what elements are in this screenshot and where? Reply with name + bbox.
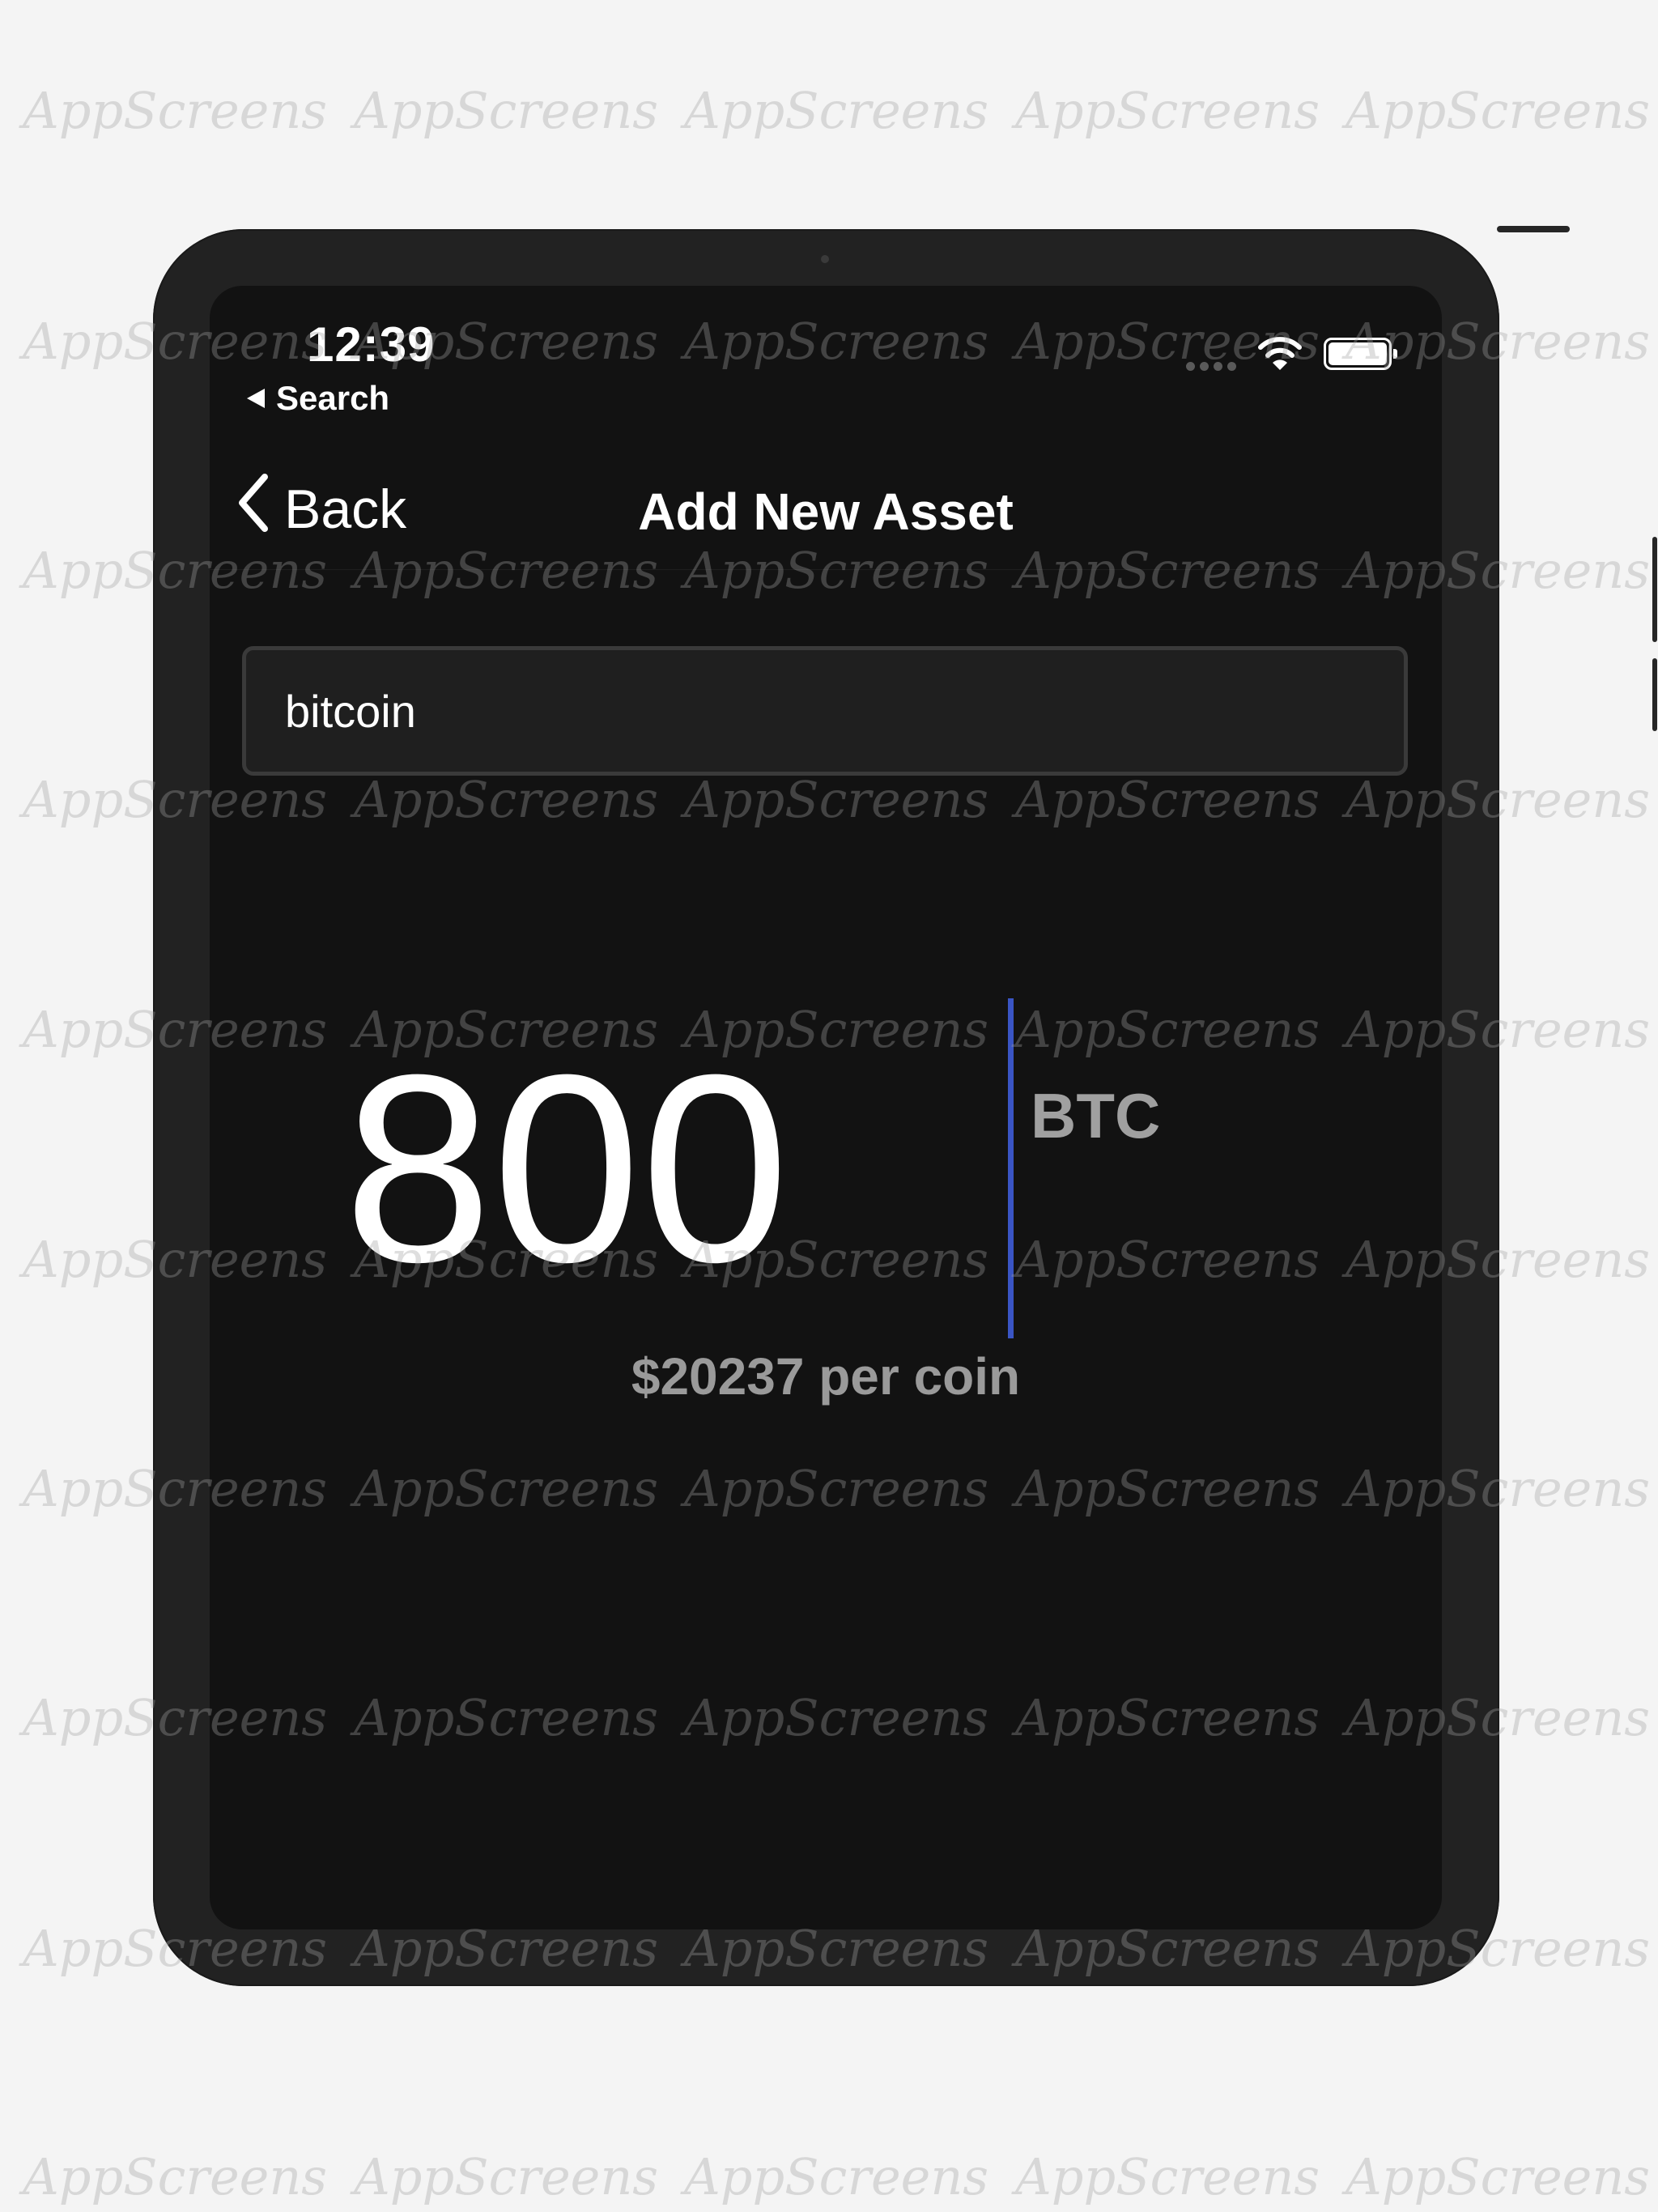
front-camera — [821, 255, 829, 263]
asset-search-input[interactable] — [242, 646, 1408, 776]
wifi-icon — [1257, 336, 1303, 372]
watermark-text: AppScreens — [684, 81, 989, 140]
back-triangle-icon — [247, 389, 265, 408]
price-per-coin: $20237 per coin — [631, 1347, 1021, 1406]
volume-up-button — [1652, 537, 1657, 642]
back-to-search-link[interactable]: Search — [247, 379, 389, 418]
watermark-text: AppScreens — [1015, 2147, 1320, 2206]
back-app-label: Search — [276, 379, 390, 417]
power-button — [1497, 226, 1570, 232]
cellular-dots-icon — [1186, 361, 1236, 371]
volume-down-button — [1652, 658, 1657, 731]
watermark-text: AppScreens — [1346, 2147, 1651, 2206]
page: 12:39 Search Back Add New Asset bitcoin … — [0, 0, 1658, 2212]
app-screen: 12:39 Search Back Add New Asset bitcoin … — [210, 286, 1442, 1929]
watermark-text: AppScreens — [1346, 81, 1651, 140]
watermark-text: AppScreens — [354, 81, 659, 140]
watermark-text: AppScreens — [23, 81, 328, 140]
page-title: Add New Asset — [638, 483, 1014, 541]
amount-value[interactable]: 800 — [343, 998, 789, 1338]
ipad-frame: 12:39 Search Back Add New Asset bitcoin … — [153, 226, 1657, 1986]
unit-label: BTC — [1031, 1080, 1161, 1151]
watermark-text: AppScreens — [1015, 81, 1320, 140]
status-time: 12:39 — [307, 317, 436, 372]
battery-icon — [1324, 338, 1397, 370]
navigation-bar: Back Add New Asset — [210, 448, 1442, 570]
status-indicators — [1186, 336, 1397, 372]
watermark-text: AppScreens — [23, 2147, 328, 2206]
amount-display[interactable]: 800 BTC — [210, 998, 1442, 1338]
watermark-text: AppScreens — [354, 2147, 659, 2206]
watermark-text: AppScreens — [684, 2147, 989, 2206]
text-caret — [1008, 998, 1014, 1338]
